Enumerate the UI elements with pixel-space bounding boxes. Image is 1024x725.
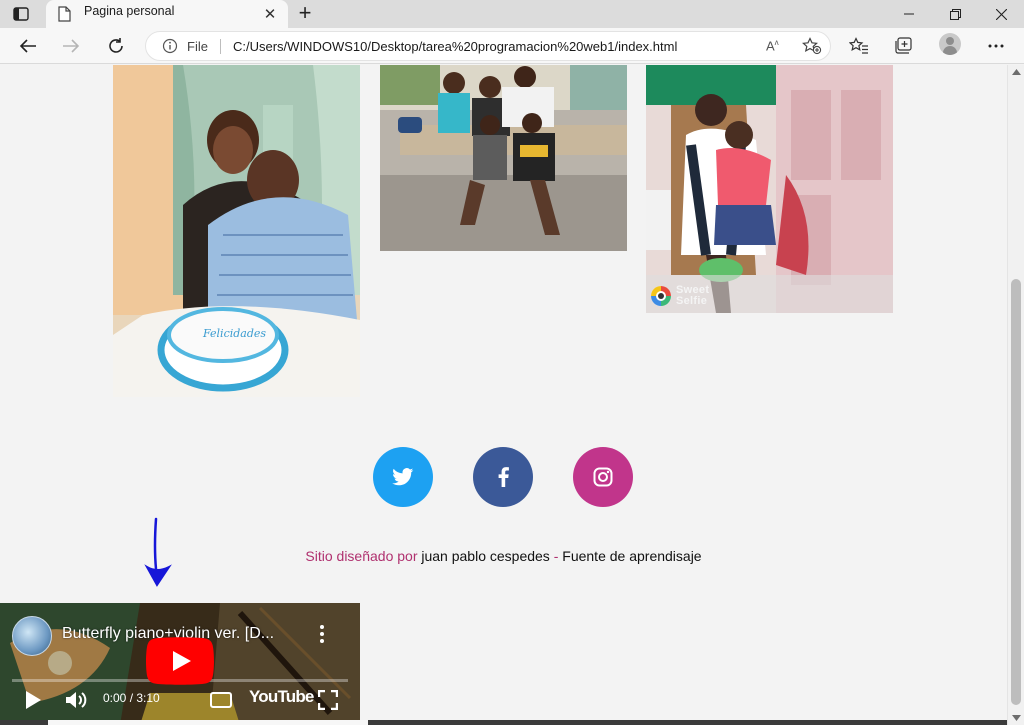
more-options-icon[interactable] [984,34,1008,58]
credits-resource-link[interactable]: Fuente de aprendisaje [562,548,701,564]
instagram-icon [593,467,613,487]
scroll-down-icon[interactable] [1012,715,1021,721]
credits-author: juan pablo cespedes [421,548,550,564]
address-bar[interactable]: File C:/Users/WINDOWS10/Desktop/tarea%20… [145,31,831,61]
instagram-button[interactable] [573,447,633,507]
scrollbar-thumb[interactable] [1011,279,1021,705]
tab-title: Pagina personal [84,4,175,18]
back-icon[interactable] [14,32,42,60]
fullscreen-icon[interactable] [318,687,338,713]
collections-icon[interactable] [892,34,916,58]
active-tab[interactable]: Pagina personal ✕ [46,0,288,28]
horizontal-scroll-thumb[interactable] [48,720,368,725]
page-icon [58,6,72,22]
sweet-selfie-watermark: Sweet Selfie [650,285,714,307]
facebook-button[interactable] [473,447,533,507]
credits-prefix: Sitio diseñado por [305,548,418,564]
facebook-icon [498,467,509,487]
forward-icon[interactable] [57,32,85,60]
channel-avatar[interactable] [12,616,52,656]
info-icon[interactable] [162,38,178,59]
minimize-icon[interactable] [886,0,932,28]
camera-lens-icon [651,286,671,306]
volume-icon[interactable] [64,687,88,713]
scheme-label: File [187,39,208,54]
photo-grandmother-child: Sweet Selfie [646,65,893,313]
browser-toolbar: File C:/Users/WINDOWS10/Desktop/tarea%20… [0,28,1024,64]
drawn-arrow-annotation [144,517,172,587]
url-text[interactable]: C:/Users/WINDOWS10/Desktop/tarea%20progr… [233,39,677,54]
new-tab-icon[interactable]: + [294,0,316,25]
video-menu-icon[interactable] [317,623,327,647]
twitter-button[interactable] [373,447,433,507]
youtube-logo[interactable]: YouTube [249,687,314,707]
scroll-up-icon[interactable] [1012,69,1021,75]
video-time: 0:00 / 3:10 [103,691,160,705]
youtube-play-button[interactable] [146,637,214,685]
refresh-icon[interactable] [102,32,130,60]
read-aloud-icon[interactable]: Aʌ [766,38,779,53]
photo-birthday-couple: Felicidades [113,65,360,397]
close-window-icon[interactable] [978,0,1024,28]
watermark-text: Sweet Selfie [676,284,710,307]
profile-avatar[interactable] [939,33,961,55]
tab-strip: Pagina personal ✕ + [0,0,1024,28]
cake-text: Felicidades [202,327,266,340]
page-content: Felicidades Sweet Selfie Sitio diseñado … [0,65,1007,725]
horizontal-scroll-track [0,720,1007,725]
favorites-icon[interactable] [847,34,871,58]
page-scrollbar[interactable] [1007,65,1024,725]
restore-icon[interactable] [932,0,978,28]
twitter-icon [392,468,414,486]
photo-family-group [380,65,627,251]
browser-window: Pagina personal ✕ + File C:/Users/WINDOW… [0,0,1024,725]
tab-actions-icon[interactable] [10,4,32,24]
close-tab-icon[interactable]: ✕ [260,4,280,24]
address-divider [220,39,221,54]
captions-icon[interactable] [210,687,232,713]
credits-separator: - [553,548,559,564]
add-favorite-icon[interactable] [802,37,822,60]
play-icon[interactable] [24,687,42,713]
youtube-video-embed[interactable]: Butterfly piano+violin ver. [D... 0:00 /… [0,603,360,725]
